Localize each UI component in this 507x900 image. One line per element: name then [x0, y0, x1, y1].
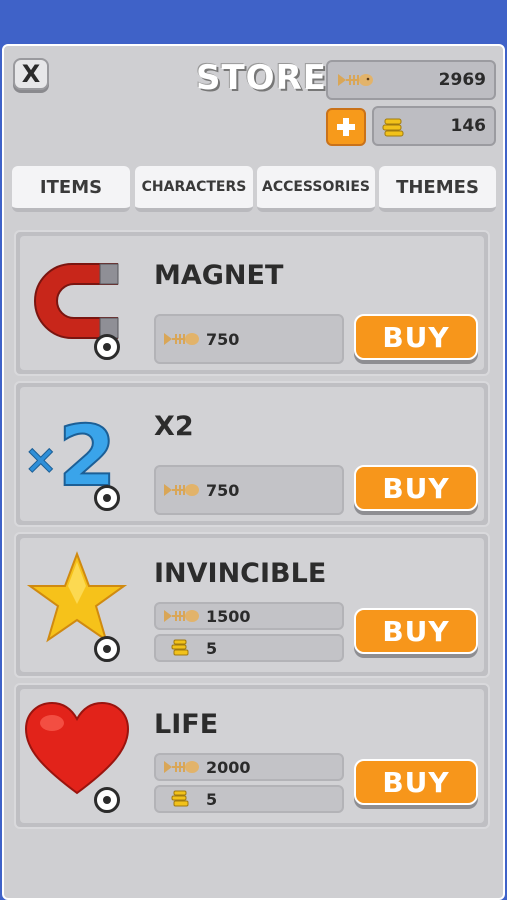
tab-items[interactable]: ITEMS	[12, 166, 130, 212]
tab-characters[interactable]: CHARACTERS	[135, 166, 253, 212]
fish-bone-icon	[164, 761, 199, 773]
tab-accessories[interactable]: ACCESSORIES	[257, 166, 375, 212]
gold-coin-stack-icon	[171, 790, 189, 807]
list-item: INVINCIBLE 1500 5 BUY	[14, 532, 490, 678]
item-count-badge	[94, 636, 120, 662]
item-count-badge	[94, 485, 120, 511]
item-name: INVINCIBLE	[154, 558, 327, 589]
fish-price: 1500	[154, 602, 344, 630]
page-title: STORE	[196, 58, 327, 98]
item-name: X2	[154, 411, 194, 442]
gold-price-value: 5	[206, 638, 218, 658]
list-item: LIFE 2000 5 BUY	[14, 683, 490, 829]
fish-price-value: 750	[206, 329, 240, 349]
gold-currency-display: 146	[372, 106, 496, 146]
star-icon	[22, 544, 132, 662]
fish-currency-value: 2969	[438, 70, 486, 90]
store-tabs: ITEMS CHARACTERS ACCESSORIES THEMES	[12, 166, 496, 214]
add-currency-button[interactable]	[326, 108, 366, 146]
fish-currency-display: 2969	[326, 60, 496, 100]
fish-price-value: 1500	[206, 606, 251, 626]
buy-x2-button[interactable]: BUY	[354, 465, 478, 511]
plus-icon	[337, 118, 355, 136]
gold-price: 5	[154, 634, 344, 662]
close-button[interactable]: X	[13, 58, 49, 90]
item-count-badge	[94, 334, 120, 360]
fish-price-value: 750	[206, 480, 240, 500]
item-count-badge	[94, 787, 120, 813]
buy-magnet-button[interactable]: BUY	[354, 314, 478, 360]
fish-price: 750	[154, 465, 344, 515]
gold-price: 5	[154, 785, 344, 813]
fish-bone-icon	[164, 610, 199, 622]
fish-bone-icon	[164, 333, 199, 345]
svg-text:×: ×	[24, 437, 58, 483]
gold-coin-stack-icon	[171, 639, 189, 656]
fish-price: 750	[154, 314, 344, 364]
fish-price-value: 2000	[206, 757, 251, 777]
list-item: × 2 X2 750 BUY	[14, 381, 490, 527]
fish-bone-icon	[336, 71, 374, 93]
gold-price-value: 5	[206, 789, 218, 809]
tab-themes[interactable]: THEMES	[379, 166, 496, 212]
buy-invincible-button[interactable]: BUY	[354, 608, 478, 654]
fish-price: 2000	[154, 753, 344, 781]
item-name: LIFE	[154, 709, 219, 740]
item-name: MAGNET	[154, 260, 284, 291]
magnet-icon	[22, 242, 132, 360]
fish-bone-icon	[164, 484, 199, 496]
list-item: MAGNET 750 BUY	[14, 230, 490, 376]
heart-icon	[22, 695, 132, 813]
buy-life-button[interactable]: BUY	[354, 759, 478, 805]
gold-currency-value: 146	[450, 116, 487, 136]
x2-icon: × 2	[22, 393, 132, 511]
gold-coin-stack-icon	[380, 116, 406, 144]
